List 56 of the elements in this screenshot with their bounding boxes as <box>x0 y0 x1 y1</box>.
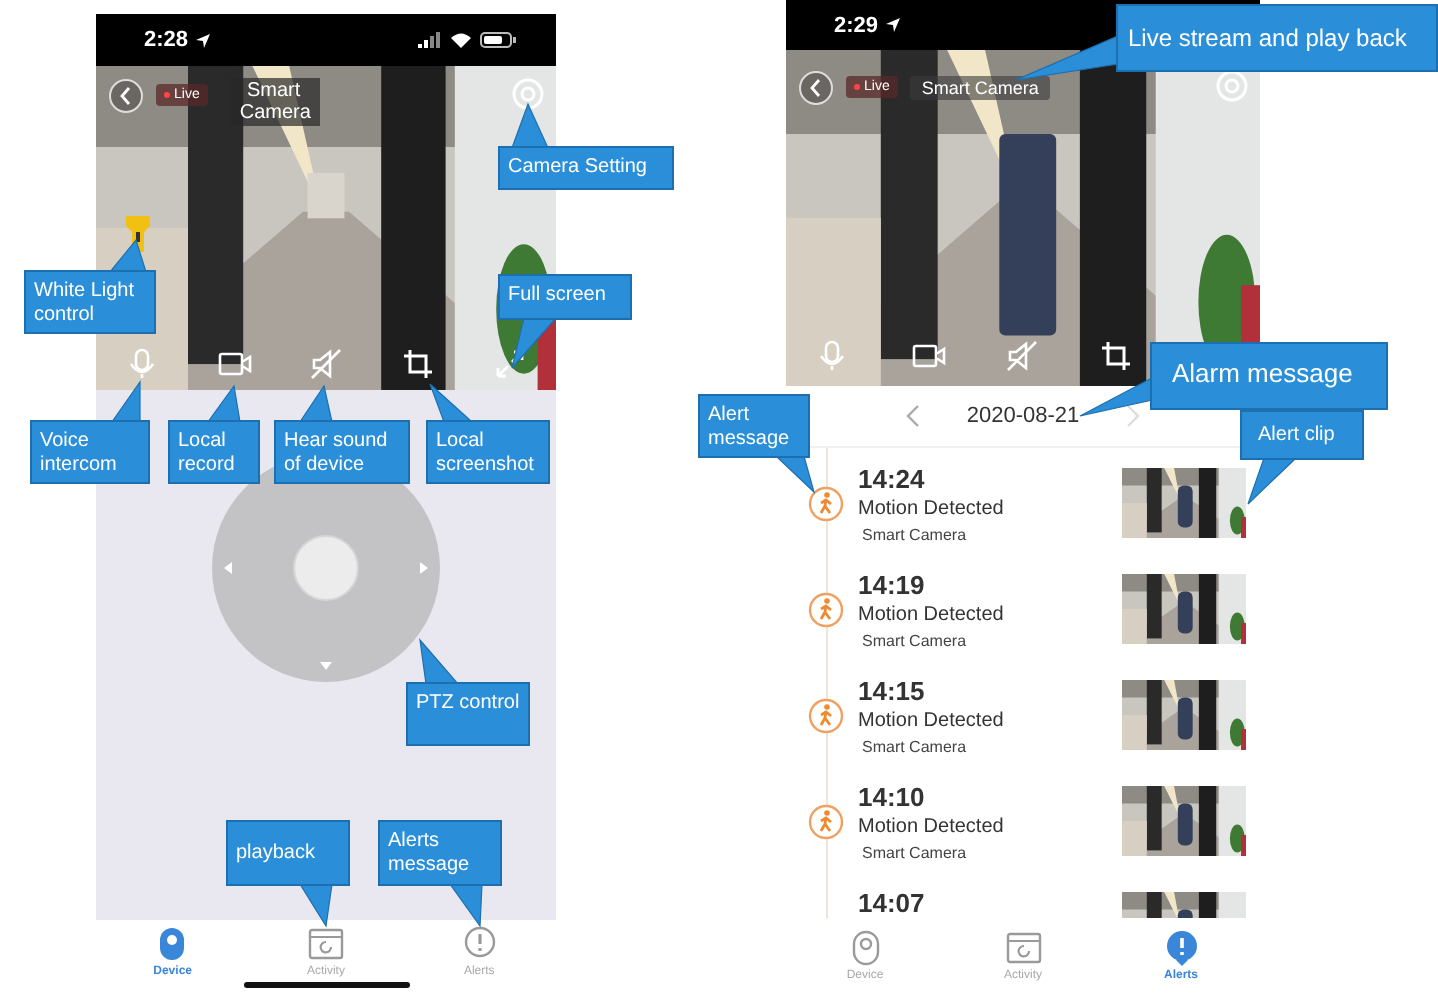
callout-pointer <box>1247 457 1298 505</box>
alert-icon <box>1163 930 1199 966</box>
alert-time: 14:19 <box>858 570 927 600</box>
status-time: 2:28 <box>144 28 189 52</box>
walking-person-icon <box>808 804 844 840</box>
walking-person-icon <box>808 592 844 628</box>
wifi-icon <box>450 32 472 48</box>
alert-icon <box>461 925 498 961</box>
callout-pointer <box>110 380 141 423</box>
alert-device: Smart Camera <box>862 632 969 650</box>
callout: Alarm message <box>1150 342 1388 410</box>
callout-pointer <box>298 384 333 423</box>
walking-person-icon <box>808 486 844 522</box>
battery-icon <box>480 32 516 48</box>
callout-pointer <box>298 883 333 928</box>
camera-title: Smart Camera <box>909 76 1051 100</box>
alert-device: Smart Camera <box>862 844 969 862</box>
chevron-right-icon[interactable] <box>1123 404 1140 428</box>
callout-pointer <box>429 383 474 423</box>
settings-icon[interactable] <box>512 78 544 110</box>
alert-title[interactable]: Motion Detected <box>858 816 1122 838</box>
callout-pointer <box>108 238 147 273</box>
camera-icon <box>847 930 883 966</box>
walking-person-icon <box>808 698 844 734</box>
location-icon <box>196 33 211 47</box>
status-time: 2:29 <box>834 13 879 37</box>
signal-icon <box>418 32 442 48</box>
callout-pointer <box>1015 35 1119 81</box>
crop-icon[interactable] <box>401 348 435 380</box>
settings-icon[interactable] <box>1216 70 1248 102</box>
callout-pointer <box>511 317 558 369</box>
calendar-icon <box>307 925 344 961</box>
alert-title[interactable]: Motion Detected <box>858 498 1122 520</box>
callout-pointer <box>448 883 483 928</box>
alert-device: Smart Camera <box>862 738 969 756</box>
alert-title[interactable]: Motion Detected <box>858 710 1122 732</box>
callout-pointer <box>774 455 816 494</box>
callout-pointer <box>206 384 241 423</box>
alert-time: 14:24 <box>858 464 927 494</box>
alert-time: 14:10 <box>858 782 927 812</box>
alert-title[interactable]: Motion Detected <box>858 604 1122 626</box>
location-icon <box>886 18 901 32</box>
date-label: 2020-08-21 <box>966 404 1080 428</box>
alert-time: 14:15 <box>858 676 927 706</box>
callout-pointer <box>419 638 460 685</box>
callout-pointer <box>1079 377 1153 417</box>
alert-device: Smart Camera <box>862 526 969 544</box>
callout-pointer <box>511 102 549 149</box>
video-camera-icon[interactable] <box>217 348 251 380</box>
back-icon[interactable] <box>108 78 144 114</box>
callout: Voice intercom <box>30 420 150 484</box>
calendar-icon <box>1005 930 1041 966</box>
crop-icon[interactable] <box>1100 340 1135 372</box>
video-camera-icon[interactable] <box>911 340 946 372</box>
alert-time: 14:07 <box>858 888 927 918</box>
back-icon[interactable] <box>798 70 834 106</box>
